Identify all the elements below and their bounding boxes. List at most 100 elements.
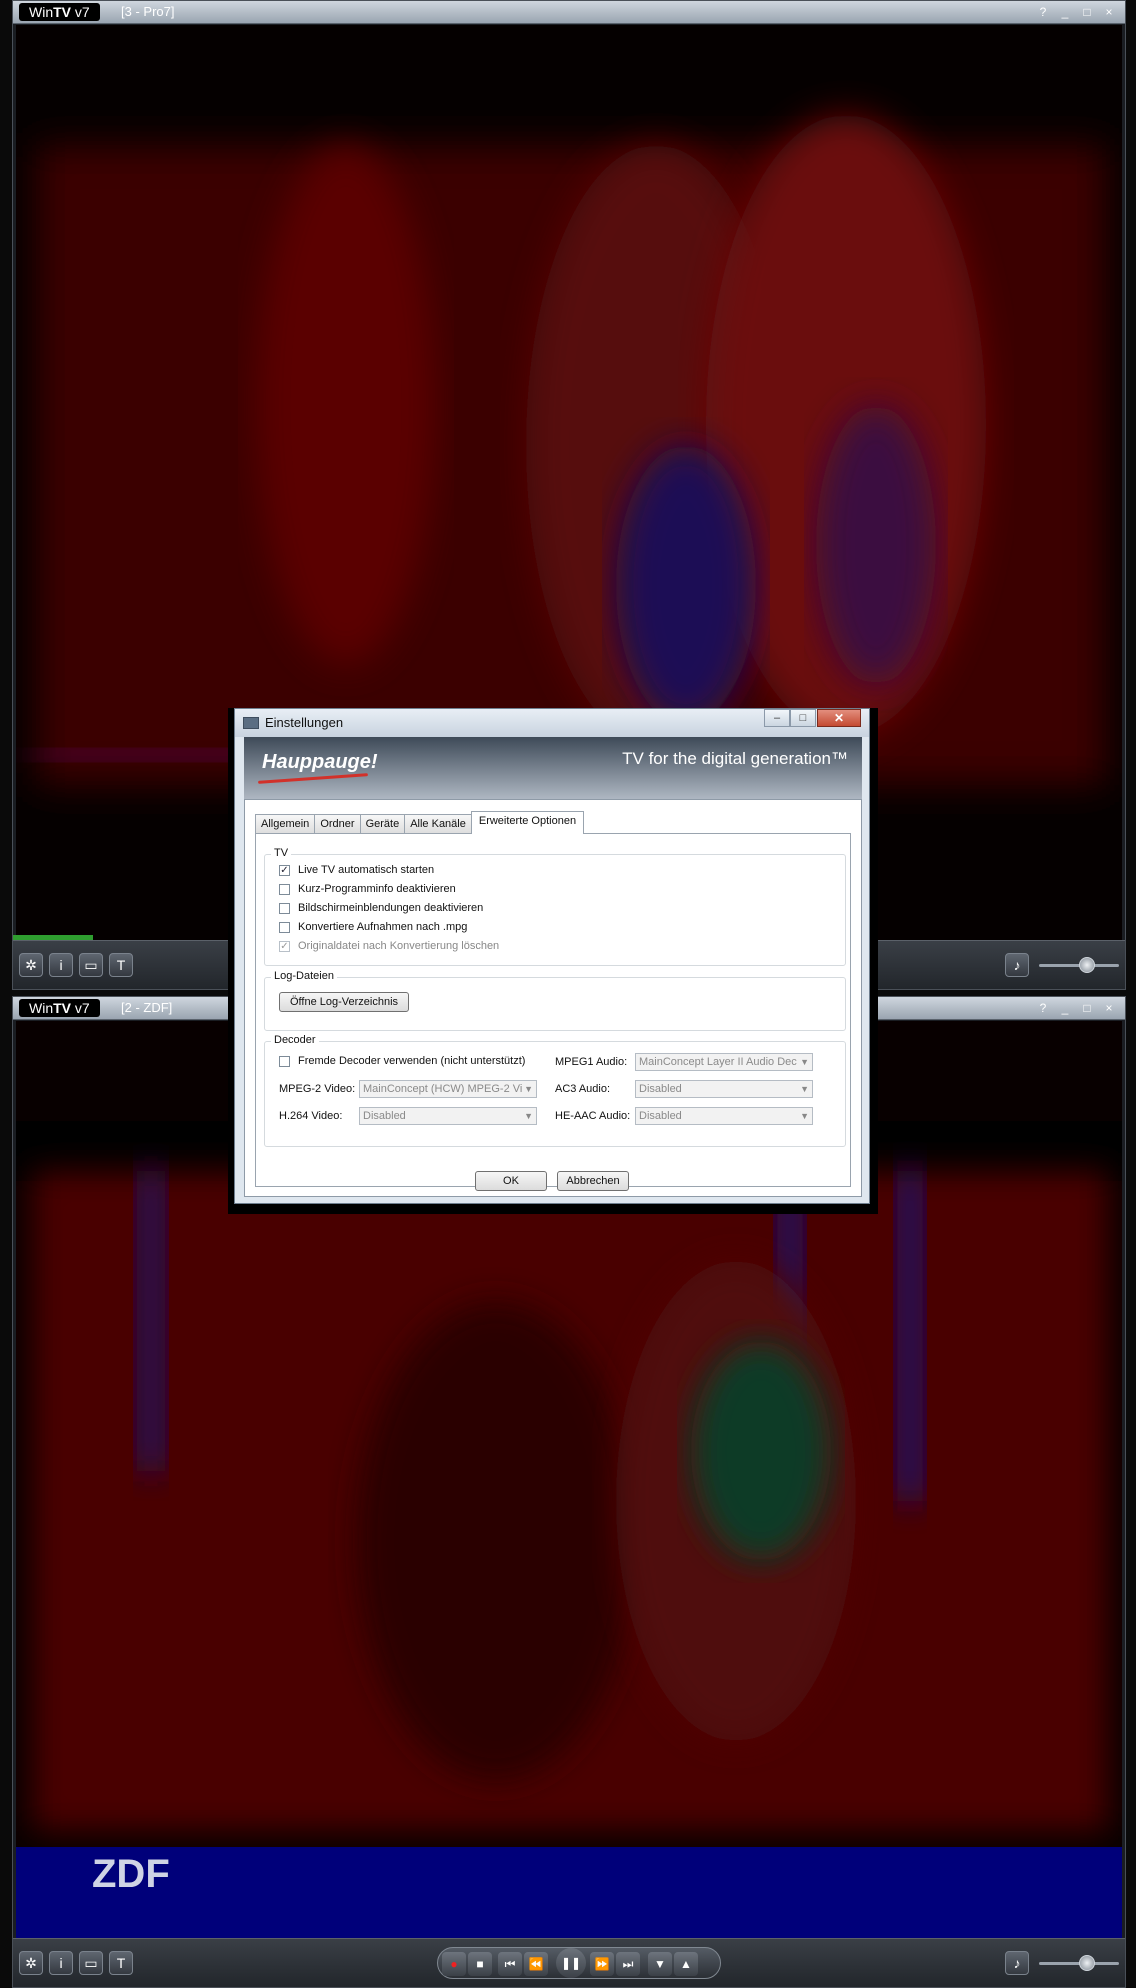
mpeg1-audio-label: MPEG1 Audio:: [555, 1056, 628, 1068]
tab-allgemein[interactable]: Allgemein: [255, 814, 316, 834]
tab-content: TV ✓ Live TV automatisch starten Kurz-Pr…: [255, 833, 851, 1187]
volume-knob[interactable]: [1079, 957, 1095, 973]
chevron-down-icon: ▼: [800, 1057, 809, 1067]
tab-alle-kanaele[interactable]: Alle Kanäle: [404, 814, 472, 834]
mpeg2-video-select: MainConcept (HCW) MPEG-2 Vi ▼: [359, 1080, 537, 1098]
channel-title: [3 - Pro7]: [121, 4, 175, 19]
skip-back-icon[interactable]: ⏮: [498, 1952, 522, 1976]
window-icon: [243, 717, 259, 729]
fast-forward-icon[interactable]: ⏩: [590, 1952, 614, 1976]
tab-geraete[interactable]: Geräte: [359, 814, 406, 834]
checkbox[interactable]: [279, 902, 290, 914]
mpeg1-audio-select: MainConcept Layer II Audio Dec ▼: [635, 1053, 813, 1071]
tv-group: TV ✓ Live TV automatisch starten Kurz-Pr…: [264, 847, 846, 966]
volume-knob[interactable]: [1079, 1955, 1095, 1971]
hauppauge-logo: Hauppauge!: [262, 751, 378, 773]
chevron-down-icon: ▼: [800, 1084, 809, 1094]
h264-video-select: Disabled ▼: [359, 1107, 537, 1125]
tab-ordner[interactable]: Ordner: [314, 814, 361, 834]
folder-icon[interactable]: ▭: [79, 953, 103, 977]
option-label: Konvertiere Aufnahmen nach .mpg: [298, 921, 468, 933]
logo-prefix: Win: [29, 1000, 54, 1016]
decoder-group: Decoder Fremde Decoder verwenden (nicht …: [264, 1034, 846, 1147]
help-button[interactable]: ?: [1035, 3, 1051, 21]
minimize-button[interactable]: _: [1057, 3, 1073, 21]
speaker-icon[interactable]: ♪: [1005, 953, 1029, 977]
folder-icon[interactable]: ▭: [79, 1951, 103, 1975]
option-label: Kurz-Programminfo deaktivieren: [298, 883, 456, 895]
rewind-icon[interactable]: ⏪: [524, 1952, 548, 1976]
dialog-maximize-button[interactable]: □: [790, 709, 816, 727]
maximize-button[interactable]: □: [1079, 999, 1095, 1017]
chevron-down-icon: ▼: [800, 1111, 809, 1121]
dialog-title-bar[interactable]: Einstellungen – □ ✕: [235, 709, 869, 737]
info-button[interactable]: i: [49, 1951, 73, 1975]
chevron-down-icon: ▼: [524, 1111, 533, 1121]
option-label: Originaldatei nach Konvertierung löschen: [298, 940, 500, 952]
live-tv-autostart-option[interactable]: ✓ Live TV automatisch starten: [279, 863, 434, 877]
teletext-button[interactable]: T: [109, 953, 133, 977]
channel-title: [2 - ZDF]: [121, 1000, 173, 1015]
convert-to-mpg-option[interactable]: Konvertiere Aufnahmen nach .mpg: [279, 920, 467, 934]
select-value: MainConcept Layer II Audio Dec: [639, 1056, 797, 1068]
teletext-button[interactable]: T: [109, 1951, 133, 1975]
close-button[interactable]: ×: [1101, 3, 1117, 21]
logo-prefix: Win: [29, 4, 54, 20]
delete-original-option: ✓ Originaldatei nach Konvertierung lösch…: [279, 939, 499, 953]
foreign-decoders-option[interactable]: Fremde Decoder verwenden (nicht unterstü…: [279, 1054, 525, 1068]
tab-strip: Allgemein Ordner Geräte Alle Kanäle Erwe…: [255, 811, 585, 834]
info-button[interactable]: i: [49, 953, 73, 977]
ac3-audio-label: AC3 Audio:: [555, 1083, 611, 1095]
h264-video-label: H.264 Video:: [279, 1110, 343, 1122]
brand-banner: Hauppauge! TV for the digital generation…: [244, 737, 862, 799]
transport-controls: ● ■ ⏮ ⏪ ❚❚ ⏩ ⏭ ▼ ▲: [437, 1947, 721, 1979]
wintv-logo: WinTV v7: [19, 999, 100, 1017]
log-group: Log-Dateien Öffne Log-Verzeichnis: [264, 970, 846, 1031]
checkbox[interactable]: [279, 883, 290, 895]
checkbox[interactable]: ✓: [279, 864, 290, 876]
tv-group-legend: TV: [271, 847, 292, 859]
ok-button[interactable]: OK: [475, 1171, 547, 1191]
logo-suffix: v7: [71, 4, 90, 20]
channel-down-icon[interactable]: ▼: [648, 1952, 672, 1976]
tagline: TV for the digital generation™: [622, 749, 848, 768]
minimize-button[interactable]: _: [1057, 999, 1073, 1017]
cancel-button[interactable]: Abbrechen: [557, 1171, 629, 1191]
checkbox[interactable]: [279, 921, 290, 933]
help-button[interactable]: ?: [1035, 999, 1051, 1017]
ac3-audio-select: Disabled ▼: [635, 1080, 813, 1098]
gear-icon[interactable]: ✲: [19, 1951, 43, 1975]
title-bar[interactable]: WinTV v7 [3 - Pro7] ? _ □ ×: [13, 1, 1125, 24]
select-value: Disabled: [639, 1110, 682, 1122]
logo-swoosh: [258, 773, 368, 784]
dialog-minimize-button[interactable]: –: [764, 709, 790, 727]
pause-icon[interactable]: ❚❚: [556, 1948, 586, 1978]
log-group-legend: Log-Dateien: [271, 970, 337, 982]
disable-osd-option[interactable]: Bildschirmeinblendungen deaktivieren: [279, 901, 483, 915]
checkbox: ✓: [279, 940, 290, 952]
tab-erweiterte-optionen[interactable]: Erweiterte Optionen: [470, 811, 585, 834]
speaker-icon[interactable]: ♪: [1005, 1951, 1029, 1975]
channel-up-icon[interactable]: ▲: [674, 1952, 698, 1976]
record-icon[interactable]: ●: [442, 1952, 466, 1976]
option-label: Bildschirmeinblendungen deaktivieren: [298, 902, 484, 914]
checkbox[interactable]: [279, 1055, 290, 1067]
close-button[interactable]: ×: [1101, 999, 1117, 1017]
option-label: Fremde Decoder verwenden (nicht unterstü…: [298, 1055, 526, 1067]
gear-icon[interactable]: ✲: [19, 953, 43, 977]
skip-forward-icon[interactable]: ⏭: [616, 1952, 640, 1976]
dialog-close-button[interactable]: ✕: [817, 709, 861, 727]
logo-suffix: v7: [71, 1000, 90, 1016]
maximize-button[interactable]: □: [1079, 3, 1095, 21]
select-value: Disabled: [363, 1110, 406, 1122]
decoder-group-legend: Decoder: [271, 1034, 319, 1046]
option-label: Live TV automatisch starten: [298, 864, 435, 876]
select-value: MainConcept (HCW) MPEG-2 Vi: [363, 1083, 523, 1095]
wintv-logo: WinTV v7: [19, 3, 100, 21]
select-value: Disabled: [639, 1083, 682, 1095]
stop-icon[interactable]: ■: [468, 1952, 492, 1976]
mpeg2-video-label: MPEG-2 Video:: [279, 1083, 356, 1095]
chevron-down-icon: ▼: [524, 1084, 533, 1094]
open-log-folder-button[interactable]: Öffne Log-Verzeichnis: [279, 992, 409, 1012]
disable-short-info-option[interactable]: Kurz-Programminfo deaktivieren: [279, 882, 456, 896]
